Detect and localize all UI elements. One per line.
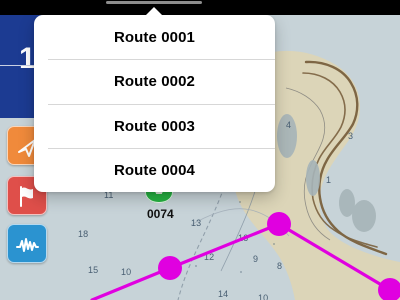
route-selection-popover: Route 0001 Route 0002 Route 0003 Route 0… <box>34 7 275 192</box>
status-indicator <box>106 1 202 4</box>
nautical-chart-screen: 18 11 15 10 13 12 16 14 9 8 4 1 10 14 3 … <box>0 0 400 300</box>
route-label: Route 0004 <box>113 161 196 179</box>
depth-label: 4 <box>286 120 292 130</box>
depth-label: 3 <box>348 131 354 141</box>
depth-label: 12 <box>204 252 215 262</box>
depth-label: 18 <box>78 229 89 239</box>
route-item[interactable]: Route 0002 <box>34 59 275 103</box>
route-label: Route 0001 <box>113 28 196 46</box>
depth-label: 16 <box>238 233 249 243</box>
status-bar <box>0 0 400 15</box>
waypoint-label: 0074 <box>147 207 174 221</box>
depth-label: 1 <box>326 175 332 185</box>
waveform-icon <box>16 237 39 252</box>
depth-label: 15 <box>88 265 99 275</box>
route-label: Route 0003 <box>113 117 196 135</box>
depth-label: 14 <box>218 289 229 299</box>
route-item[interactable]: Route 0001 <box>34 15 275 59</box>
depth-label: 10 <box>121 267 132 277</box>
depth-label: 8 <box>277 261 283 271</box>
depth-label: 10 <box>258 293 269 300</box>
route-item[interactable]: Route 0003 <box>34 104 275 148</box>
route-tool-button[interactable] <box>7 224 47 263</box>
depth-label: 13 <box>191 218 202 228</box>
depth-label: 9 <box>253 254 259 264</box>
route-label: Route 0002 <box>113 72 196 90</box>
route-list: Route 0001 Route 0002 Route 0003 Route 0… <box>34 15 275 192</box>
route-item[interactable]: Route 0004 <box>34 148 275 192</box>
